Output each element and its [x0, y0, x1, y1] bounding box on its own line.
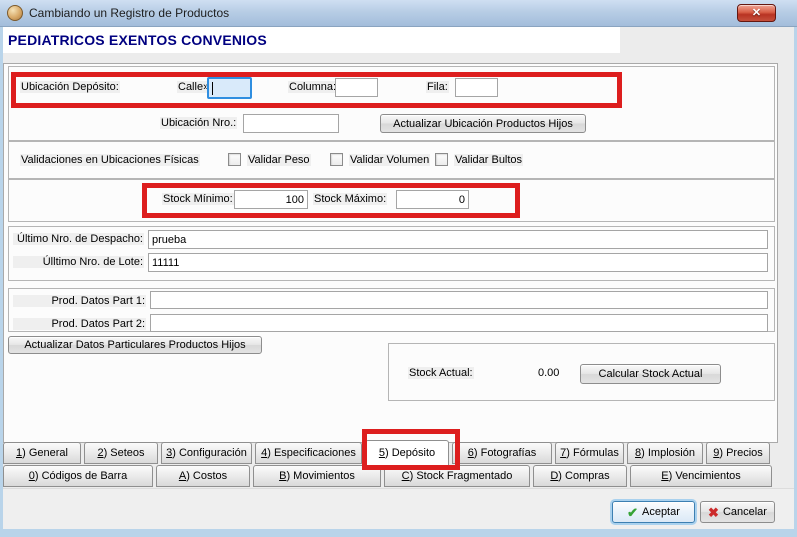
- window-title: Cambiando un Registro de Productos: [29, 6, 229, 20]
- page-title: PEDIATRICOS EXENTOS CONVENIOS: [3, 27, 620, 53]
- columna-input[interactable]: [335, 78, 378, 97]
- aceptar-button[interactable]: ✔ Aceptar: [612, 501, 695, 523]
- ultimo-despacho-label: Último Nro. de Despacho:: [13, 233, 144, 245]
- tab-label: ) Códigos de Barra: [35, 470, 127, 482]
- stock-actual-value: 0.00: [538, 367, 559, 379]
- prod-datos-part2-label: Prod. Datos Part 2:: [13, 318, 146, 330]
- fila-label: Fila:: [426, 81, 449, 93]
- tab-strip-row1: 1) General 2) Seteos 3) Configuración 4)…: [3, 442, 773, 465]
- tab-label: ) Precios: [719, 447, 762, 459]
- check-icon: ✔: [627, 506, 638, 519]
- tab-seteos[interactable]: 2) Seteos: [84, 442, 158, 464]
- tab-label: ) Fórmulas: [566, 447, 619, 459]
- calle-input[interactable]: [207, 77, 252, 99]
- tab-compras[interactable]: D) Compras: [533, 465, 627, 487]
- tab-fotografias[interactable]: 6) Fotografías: [452, 442, 552, 464]
- ubicacion-nro-input[interactable]: [243, 114, 339, 133]
- stock-minimo-label: Stock Mínimo:: [162, 193, 234, 205]
- validar-peso-label: Validar Peso: [247, 154, 311, 166]
- actualizar-ubicacion-button[interactable]: Actualizar Ubicación Productos Hijos: [380, 114, 586, 133]
- aceptar-label: Aceptar: [642, 506, 680, 518]
- tab-label: ) Movimientos: [286, 470, 354, 482]
- calcular-stock-actual-button[interactable]: Calcular Stock Actual: [580, 364, 721, 384]
- calle-label: Calle»: [177, 81, 210, 93]
- ubicacion-deposito-label: Ubicación Depósito:: [20, 81, 120, 93]
- stock-minimo-input[interactable]: [234, 190, 308, 209]
- tab-label: ) Depósito: [385, 447, 435, 459]
- prod-datos-part1-label: Prod. Datos Part 1:: [13, 295, 146, 307]
- tab-general[interactable]: 1) General: [3, 442, 81, 464]
- cancelar-button[interactable]: ✖ Cancelar: [700, 501, 775, 523]
- tab-label: ) General: [22, 447, 68, 459]
- ubicacion-nro-label: Ubicación Nro.:: [160, 117, 237, 129]
- validar-volumen-label: Validar Volumen: [349, 154, 430, 166]
- tab-costos[interactable]: A) Costos: [156, 465, 250, 487]
- groupbox-stock: [8, 179, 775, 222]
- prod-datos-part1-input[interactable]: [150, 291, 768, 309]
- validar-bultos-label: Validar Bultos: [454, 154, 523, 166]
- tab-deposito-active[interactable]: 5) Depósito: [365, 440, 449, 467]
- tab-codigos-de-barra[interactable]: 0) Códigos de Barra: [3, 465, 153, 487]
- tab-label: ) Implosión: [641, 447, 695, 459]
- ultimo-lote-label: Úlltimo Nro. de Lote:: [13, 256, 144, 268]
- tab-configuracion[interactable]: 3) Configuración: [161, 442, 252, 464]
- tab-movimientos[interactable]: B) Movimientos: [253, 465, 381, 487]
- validar-bultos-checkbox[interactable]: [435, 153, 448, 166]
- fila-input[interactable]: [455, 78, 498, 97]
- prod-datos-part2-input[interactable]: [150, 314, 768, 332]
- validaciones-label: Validaciones en Ubicaciones Físicas: [20, 154, 200, 166]
- tab-label: ) Stock Fragmentado: [410, 470, 513, 482]
- app-icon: [7, 5, 23, 21]
- tab-key: E: [661, 470, 668, 482]
- tab-precios[interactable]: 9) Precios: [706, 442, 770, 464]
- titlebar[interactable]: Cambiando un Registro de Productos ✕: [0, 0, 797, 27]
- tab-label: ) Fotografías: [474, 447, 536, 459]
- tab-key: C: [402, 470, 410, 482]
- ultimo-lote-input[interactable]: [148, 253, 768, 272]
- close-button[interactable]: ✕: [737, 4, 776, 22]
- tab-label: ) Compras: [558, 470, 609, 482]
- tab-vencimientos[interactable]: E) Vencimientos: [630, 465, 772, 487]
- ultimo-despacho-input[interactable]: [148, 230, 768, 249]
- columna-label: Columna:: [288, 81, 337, 93]
- validar-peso-checkbox[interactable]: [228, 153, 241, 166]
- validar-volumen-checkbox[interactable]: [330, 153, 343, 166]
- tab-label: ) Seteos: [104, 447, 145, 459]
- tab-strip-row2: 0) Códigos de Barra A) Costos B) Movimie…: [3, 465, 775, 488]
- dialog-window: Cambiando un Registro de Productos ✕ PED…: [0, 0, 797, 537]
- tab-label: ) Costos: [186, 470, 227, 482]
- tab-label: ) Especificaciones: [267, 447, 356, 459]
- tab-label: ) Vencimientos: [669, 470, 741, 482]
- stock-maximo-label: Stock Máximo:: [313, 193, 387, 205]
- dialog-client-area: PEDIATRICOS EXENTOS CONVENIOS Ubicación …: [3, 27, 794, 529]
- tab-implosion[interactable]: 8) Implosión: [627, 442, 703, 464]
- cross-icon: ✖: [708, 506, 719, 519]
- tab-formulas[interactable]: 7) Fórmulas: [555, 442, 624, 464]
- stock-maximo-input[interactable]: [396, 190, 469, 209]
- actualizar-datos-particulares-button[interactable]: Actualizar Datos Particulares Productos …: [8, 336, 262, 354]
- tab-label: ) Configuración: [172, 447, 247, 459]
- text-caret: [212, 82, 213, 95]
- tab-especificaciones[interactable]: 4) Especificaciones: [255, 442, 362, 464]
- stock-actual-label: Stock Actual:: [408, 367, 474, 379]
- tab-stock-fragmentado[interactable]: C) Stock Fragmentado: [384, 465, 530, 487]
- cancelar-label: Cancelar: [723, 506, 767, 518]
